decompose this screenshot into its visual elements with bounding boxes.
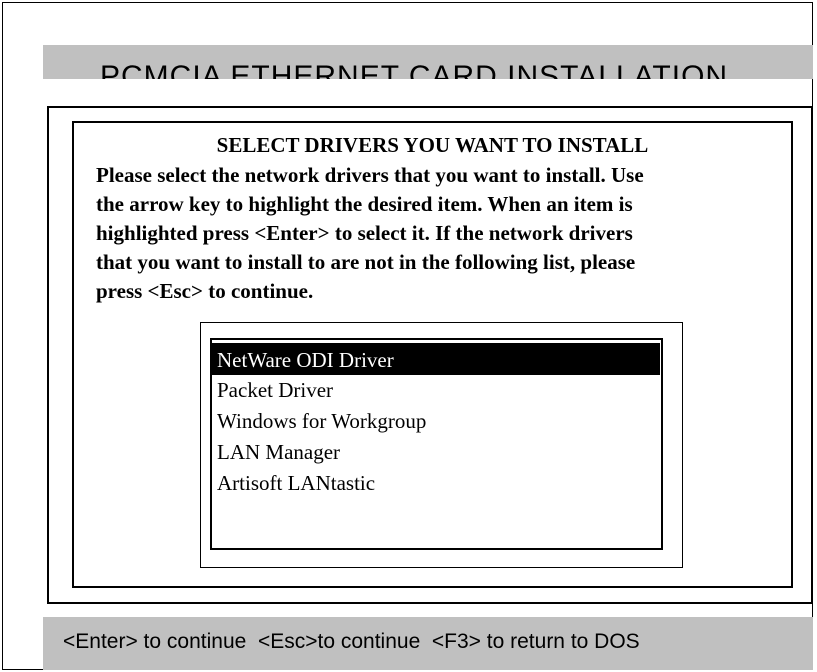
driver-item-lan-manager[interactable]: LAN Manager xyxy=(212,437,660,468)
instruction-line: highlighted press <Enter> to select it. … xyxy=(96,221,633,245)
instruction-line: that you want to install to are not in t… xyxy=(96,250,636,274)
driver-item-windows-for-workgroup[interactable]: Windows for Workgroup xyxy=(212,406,660,437)
instruction-line: Please select the network drivers that y… xyxy=(96,163,644,187)
dialog-heading: SELECT DRIVERS YOU WANT TO INSTALL xyxy=(216,133,649,157)
title-bar: PCMCIA ETHERNET CARD INSTALLATION xyxy=(43,45,813,79)
key-hint-text: <Enter> to continue <Esc>to continue <F3… xyxy=(63,630,640,653)
instruction-line: press <Esc> to continue. xyxy=(96,279,314,303)
dialog-instructions: Please select the network drivers that y… xyxy=(96,161,786,306)
driver-item-artisoft-lantastic[interactable]: Artisoft LANtastic xyxy=(212,468,660,499)
driver-list: NetWare ODI Driver Packet Driver Windows… xyxy=(212,343,660,499)
driver-item-netware-odi[interactable]: NetWare ODI Driver xyxy=(212,343,660,375)
window-title: PCMCIA ETHERNET CARD INSTALLATION xyxy=(100,60,729,80)
driver-item-packet-driver[interactable]: Packet Driver xyxy=(212,375,660,406)
instruction-line: the arrow key to highlight the desired i… xyxy=(96,192,633,216)
